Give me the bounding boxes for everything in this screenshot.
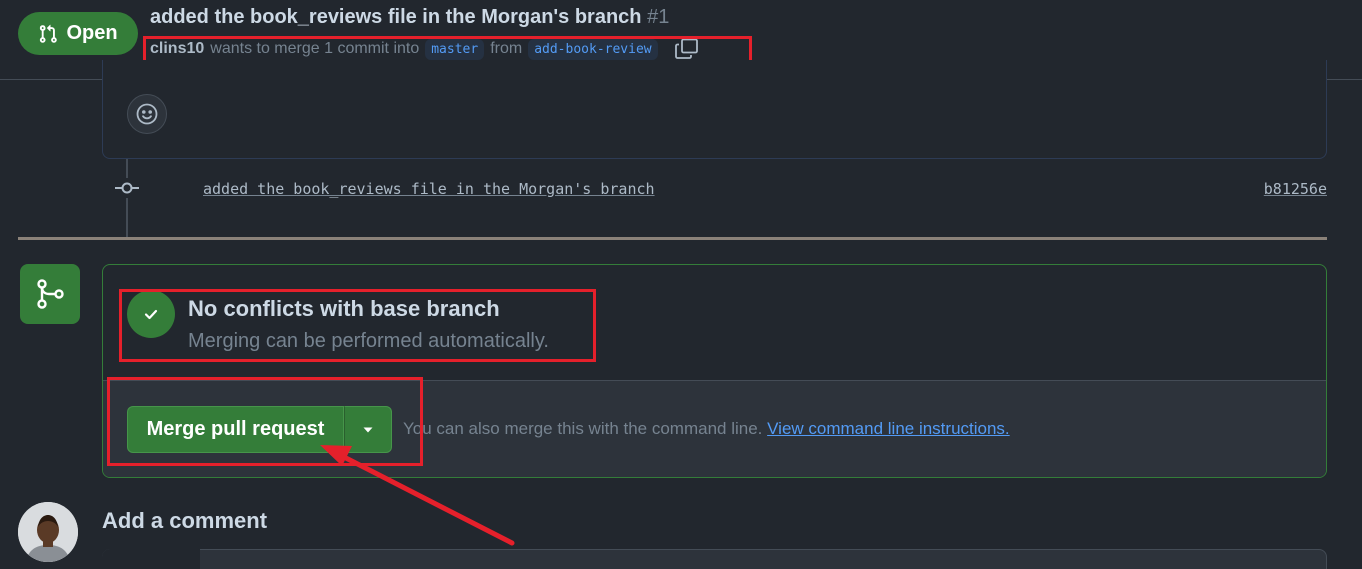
merge-status-subtitle: Merging can be performed automatically. bbox=[188, 330, 549, 352]
editor-tab-write[interactable] bbox=[102, 549, 200, 569]
copy-icon[interactable] bbox=[674, 38, 700, 60]
base-branch[interactable]: master bbox=[425, 38, 485, 60]
timeline-line bbox=[126, 159, 128, 237]
merge-text: wants to merge 1 commit into bbox=[210, 40, 420, 57]
from-text: from bbox=[490, 40, 523, 57]
pr-status-label: Open bbox=[66, 22, 118, 44]
pr-title: added the book_reviews file in the Morga… bbox=[150, 6, 669, 29]
command-line-hint-text: You can also merge this with the command… bbox=[403, 419, 763, 438]
command-line-hint: You can also merge this with the command… bbox=[403, 419, 1010, 439]
command-line-instructions-link[interactable]: View command line instructions. bbox=[767, 419, 1010, 438]
pr-merge-info: clins10 wants to merge 1 commit into mas… bbox=[150, 38, 700, 60]
pull-request-icon bbox=[38, 24, 58, 44]
comment-box bbox=[102, 60, 1327, 159]
add-comment-heading: Add a comment bbox=[102, 508, 268, 533]
commit-message-link[interactable]: added the book_reviews file in the Morga… bbox=[203, 180, 655, 198]
timeline-divider bbox=[18, 237, 1327, 240]
pr-number: #1 bbox=[647, 6, 670, 28]
comment-editor[interactable] bbox=[102, 549, 1327, 569]
merge-status-title: No conflicts with base branch bbox=[188, 296, 500, 321]
add-reaction-button[interactable] bbox=[127, 94, 167, 134]
merge-pull-request-button[interactable]: Merge pull request bbox=[127, 406, 344, 453]
author-link[interactable]: clins10 bbox=[150, 40, 204, 58]
commit-icon bbox=[115, 178, 139, 198]
head-branch[interactable]: add-book-review bbox=[528, 38, 658, 60]
merge-status-icon bbox=[20, 264, 80, 324]
smiley-icon bbox=[135, 102, 159, 126]
pr-status-badge: Open bbox=[18, 12, 138, 55]
check-circle-icon bbox=[127, 290, 175, 338]
merge-method-dropdown-button[interactable] bbox=[344, 406, 392, 453]
git-merge-icon bbox=[33, 277, 67, 311]
commit-sha-link[interactable]: b81256e bbox=[1264, 180, 1327, 198]
avatar[interactable] bbox=[18, 502, 78, 562]
pr-title-text: added the book_reviews file in the Morga… bbox=[150, 6, 642, 28]
triangle-down-icon bbox=[361, 423, 375, 437]
